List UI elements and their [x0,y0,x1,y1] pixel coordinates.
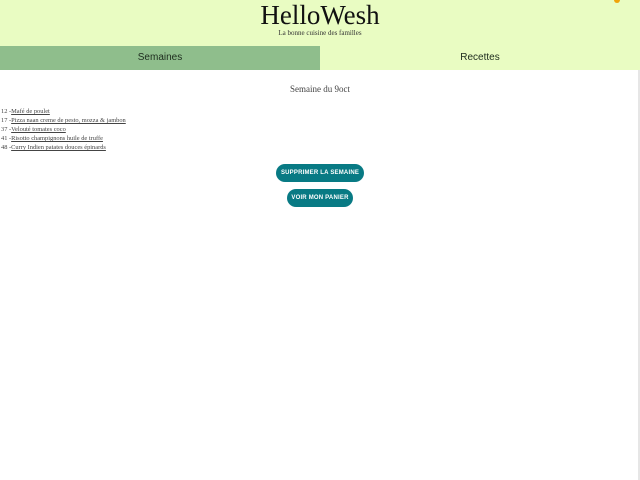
meal-number: 17 [1,117,8,124]
meal-link[interactable]: Velouté tomates coco [11,126,66,133]
meal-list: 12 -Mafé de poulet 17 -Pizza naan creme … [1,107,640,152]
meal-link[interactable]: Curry Indien patates douces épinards [11,144,106,151]
list-item: 48 -Curry Indien patates douces épinards [1,144,106,151]
app-header: HelloWesh La bonne cuisine des familles [0,0,640,46]
meal-link[interactable]: Mafé de poulet [11,108,50,115]
app-subtitle: La bonne cuisine des familles [278,29,362,37]
main-nav: Semaines Recettes [0,46,640,70]
meal-link[interactable]: Risotto champignons huile de truffe [11,135,103,142]
list-item: 41 -Risotto champignons huile de truffe [1,135,103,142]
meal-link[interactable]: Pizza naan creme de pesto, mozza & jambo… [11,117,126,124]
meal-number: 48 [1,144,8,151]
view-cart-button[interactable]: VOIR MON PANIER [287,189,353,207]
week-actions: SUPPRIMER LA SEMAINE VOIR MON PANIER [0,161,640,207]
meal-number: 37 [1,126,8,133]
tab-recettes[interactable]: Recettes [320,46,640,70]
app-title: HelloWesh [260,0,380,30]
tab-semaines[interactable]: Semaines [0,46,320,70]
meal-number: 41 [1,135,8,142]
meal-number: 12 [1,108,8,115]
list-item: 12 -Mafé de poulet [1,108,50,115]
delete-week-button[interactable]: SUPPRIMER LA SEMAINE [275,164,365,182]
week-title: Semaine du 9oct [290,84,350,94]
list-item: 17 -Pizza naan creme de pesto, mozza & j… [1,117,126,124]
list-item: 37 -Velouté tomates coco [1,126,66,133]
